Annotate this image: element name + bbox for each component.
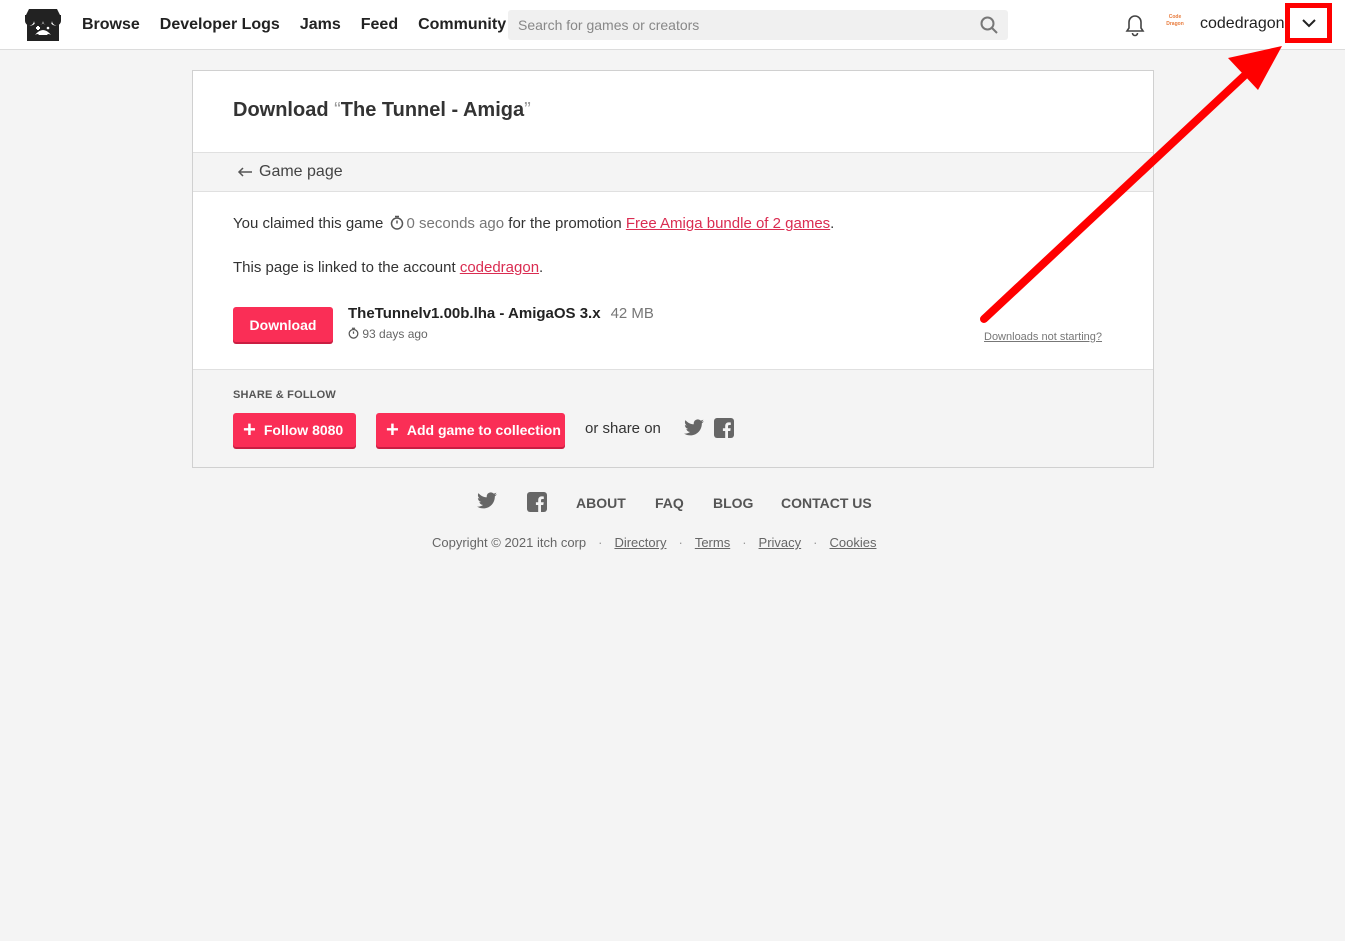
footer-contact-link[interactable]: CONTACT US (781, 495, 872, 511)
notification-bell-icon[interactable] (1124, 13, 1146, 37)
main-nav: Browse Developer Logs Jams Feed Communit… (82, 0, 526, 50)
share-text: or share on (585, 420, 661, 437)
stopwatch-icon (390, 215, 403, 230)
username[interactable]: codedragon (1200, 15, 1285, 33)
chevron-down-icon (1302, 19, 1316, 28)
top-header: Browse Developer Logs Jams Feed Communit… (0, 0, 1345, 50)
nav-feed[interactable]: Feed (361, 16, 398, 34)
footer-about-link[interactable]: ABOUT (576, 495, 626, 511)
back-bar: Game page (193, 152, 1153, 192)
game-title: The Tunnel - Amiga (340, 99, 525, 121)
footer-faq-link[interactable]: FAQ (655, 495, 684, 511)
file-size: 42 MB (610, 305, 654, 322)
page-title: Download “The Tunnel - Amiga” (233, 99, 531, 121)
footer-blog-link[interactable]: BLOG (713, 495, 753, 511)
itch-logo-icon[interactable] (23, 7, 63, 43)
copyright-line: Copyright © 2021 itch corp · Directory · Ter… (432, 535, 877, 550)
user-menu-dropdown-button[interactable] (1285, 3, 1332, 43)
nav-jams[interactable]: Jams (300, 16, 341, 34)
download-card: Download “The Tunnel - Amiga” Game page … (192, 70, 1154, 468)
linked-account-link[interactable]: codedragon (460, 259, 539, 276)
share-follow-section: SHARE & FOLLOW + Follow 8080 + Add game … (193, 369, 1153, 467)
share-follow-heading: SHARE & FOLLOW (233, 389, 337, 401)
facebook-icon[interactable] (714, 418, 734, 438)
search-bar (508, 10, 1008, 40)
game-page-link[interactable]: Game page (237, 163, 343, 181)
search-icon[interactable] (980, 16, 998, 34)
footer-privacy-link[interactable]: Privacy (759, 535, 802, 550)
search-input[interactable] (508, 10, 958, 40)
nav-community[interactable]: Community (418, 16, 506, 34)
arrow-left-icon (237, 167, 252, 177)
nav-developer-logs[interactable]: Developer Logs (160, 16, 280, 34)
follow-button[interactable]: + Follow 8080 (233, 413, 356, 447)
footer-terms-link[interactable]: Terms (695, 535, 730, 550)
linked-account-info: This page is linked to the account coded… (233, 259, 544, 276)
downloads-not-starting-link[interactable]: Downloads not starting? (984, 331, 1102, 343)
twitter-icon[interactable] (476, 492, 498, 510)
plus-icon: + (243, 417, 256, 442)
download-button[interactable]: Download (233, 307, 333, 342)
upload-date: 93 days ago (348, 327, 428, 341)
add-to-collection-button[interactable]: + Add game to collection (376, 413, 565, 447)
footer-cookies-link[interactable]: Cookies (830, 535, 877, 550)
footer-directory-link[interactable]: Directory (614, 535, 666, 550)
claim-info: You claimed this game 0 seconds ago for … (233, 215, 835, 232)
claim-time: 0 seconds ago (406, 215, 505, 232)
facebook-icon[interactable] (527, 492, 547, 512)
stopwatch-icon (348, 327, 359, 339)
avatar[interactable]: Code Dragon (1163, 14, 1187, 34)
promotion-link[interactable]: Free Amiga bundle of 2 games (626, 215, 830, 232)
plus-icon: + (386, 417, 399, 442)
upload-file-name: TheTunnelv1.00b.lha - AmigaOS 3.x 42 MB (348, 305, 654, 322)
nav-browse[interactable]: Browse (82, 16, 140, 34)
footer-links: ABOUT FAQ BLOG CONTACT US (0, 490, 1345, 516)
twitter-icon[interactable] (683, 419, 705, 437)
